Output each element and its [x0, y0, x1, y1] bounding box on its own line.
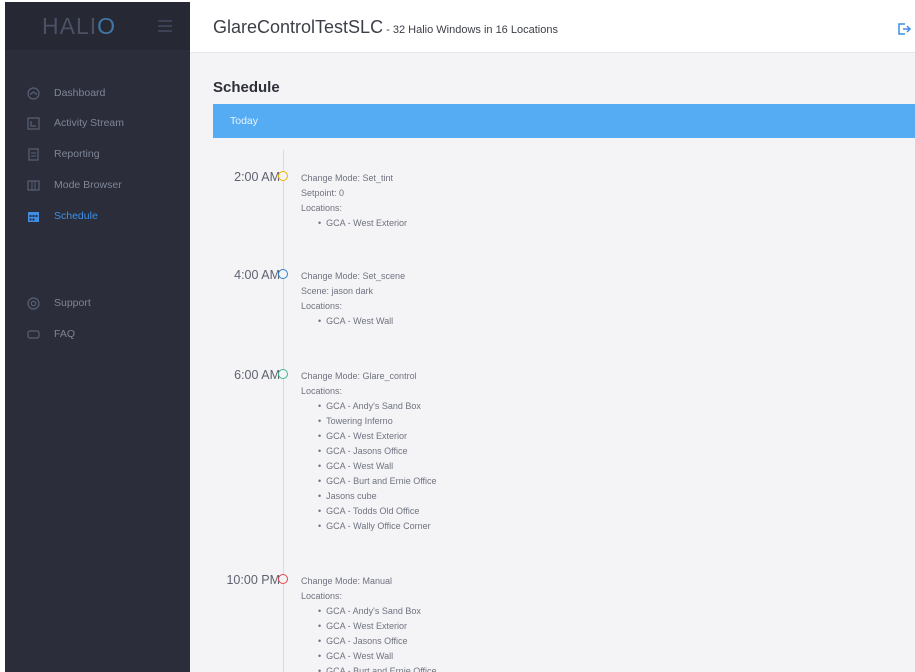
event-dot — [278, 171, 288, 181]
event-mode: Change Mode: Manual — [301, 576, 393, 586]
section-title: Schedule — [213, 79, 280, 96]
locations-label: Locations: — [301, 591, 343, 601]
location-list: GCA - West Exterior — [301, 216, 407, 231]
location-item: Towering Inferno — [318, 414, 437, 429]
menu-toggle-icon[interactable] — [158, 20, 172, 32]
location-list: GCA - West Wall — [301, 314, 405, 329]
sidebar-item-support[interactable]: Support — [5, 291, 190, 317]
day-label: Today — [230, 115, 259, 127]
sidebar-item-mode-browser[interactable]: Mode Browser — [5, 173, 190, 199]
locations-label: Locations: — [301, 203, 343, 213]
schedule-panel: Schedule Today 2:00 AM Change Mode: Set_… — [190, 53, 915, 672]
location-list: GCA - Andy's Sand Box GCA - West Exterio… — [301, 604, 437, 672]
report-icon — [28, 148, 39, 161]
calendar-icon — [28, 212, 39, 222]
location-item: GCA - West Wall — [318, 459, 437, 474]
sidebar-item-label: Mode Browser — [54, 179, 122, 191]
location-item: GCA - West Wall — [318, 314, 405, 329]
header: GlareControlTestSLC - 32 Halio Windows i… — [190, 2, 915, 53]
event-time: 2:00 AM — [234, 170, 280, 184]
event-mode: Change Mode: Set_tint — [301, 173, 394, 183]
location-item: GCA - Jasons Office — [318, 634, 437, 649]
day-header: Today — [213, 104, 915, 138]
faq-icon — [27, 330, 40, 339]
dashboard-icon — [27, 87, 40, 100]
page-title: GlareControlTestSLC - 32 Halio Windows i… — [213, 17, 558, 38]
event-details: Change Mode: Glare_control Locations: GC… — [301, 369, 437, 534]
event-details: Change Mode: Manual Locations: GCA - And… — [301, 574, 437, 672]
event-dot — [278, 369, 288, 379]
location-item: GCA - Todds Old Office — [318, 504, 437, 519]
activity-icon — [27, 117, 40, 130]
sidebar: HALIO Dashboard Activity Stream Reportin… — [5, 2, 190, 672]
event-dot — [278, 269, 288, 279]
sidebar-item-schedule[interactable]: Schedule — [5, 204, 190, 230]
event-time: 10:00 PM — [226, 573, 280, 587]
location-item: GCA - West Wall — [318, 649, 437, 664]
location-item: GCA - Wally Office Corner — [318, 519, 437, 534]
location-item: GCA - West Exterior — [318, 216, 407, 231]
location-item: GCA - Andy's Sand Box — [318, 399, 437, 414]
locations-label: Locations: — [301, 386, 343, 396]
location-item: Jasons cube — [318, 489, 437, 504]
page-subtitle: - 32 Halio Windows in 16 Locations — [383, 24, 558, 36]
locations-label: Locations: — [301, 301, 343, 311]
event-extra: Setpoint: 0 — [301, 188, 345, 198]
brand-bar: HALIO — [5, 2, 190, 50]
sidebar-item-dashboard[interactable]: Dashboard — [5, 81, 190, 107]
mode-browser-icon — [27, 180, 40, 191]
location-item: GCA - Andy's Sand Box — [318, 604, 437, 619]
location-item: GCA - Jasons Office — [318, 444, 437, 459]
event-time: 6:00 AM — [234, 368, 280, 382]
support-icon — [27, 297, 40, 310]
location-list: GCA - Andy's Sand Box Towering Inferno G… — [301, 399, 437, 534]
location-item: GCA - Burt and Ernie Office — [318, 474, 436, 489]
sidebar-item-label: Schedule — [54, 210, 98, 222]
sidebar-item-reporting[interactable]: Reporting — [5, 142, 190, 168]
sidebar-item-label: FAQ — [54, 328, 76, 340]
location-item: GCA - West Exterior — [318, 429, 437, 444]
timeline-line — [283, 150, 284, 672]
event-mode: Change Mode: Glare_control — [301, 371, 417, 381]
event-extra: Scene: jason dark — [301, 286, 374, 296]
location-item: GCA - West Exterior — [318, 619, 437, 634]
sidebar-item-label: Reporting — [54, 148, 100, 160]
sidebar-item-label: Support — [54, 297, 91, 309]
sidebar-item-faq[interactable]: FAQ — [5, 322, 190, 348]
event-dot — [278, 574, 288, 584]
logo: HALIO — [42, 13, 117, 39]
event-details: Change Mode: Set_scene Scene: jason dark… — [301, 269, 405, 329]
logout-icon[interactable] — [897, 22, 911, 36]
sidebar-item-label: Dashboard — [54, 87, 106, 99]
location-item: GCA - Burt and Ernie Office — [318, 664, 436, 672]
site-name: GlareControlTestSLC — [213, 17, 384, 37]
event-mode: Change Mode: Set_scene — [301, 271, 406, 281]
event-time: 4:00 AM — [234, 268, 280, 282]
sidebar-item-activity-stream[interactable]: Activity Stream — [5, 111, 190, 137]
event-details: Change Mode: Set_tint Setpoint: 0 Locati… — [301, 171, 407, 231]
sidebar-item-label: Activity Stream — [54, 117, 125, 129]
